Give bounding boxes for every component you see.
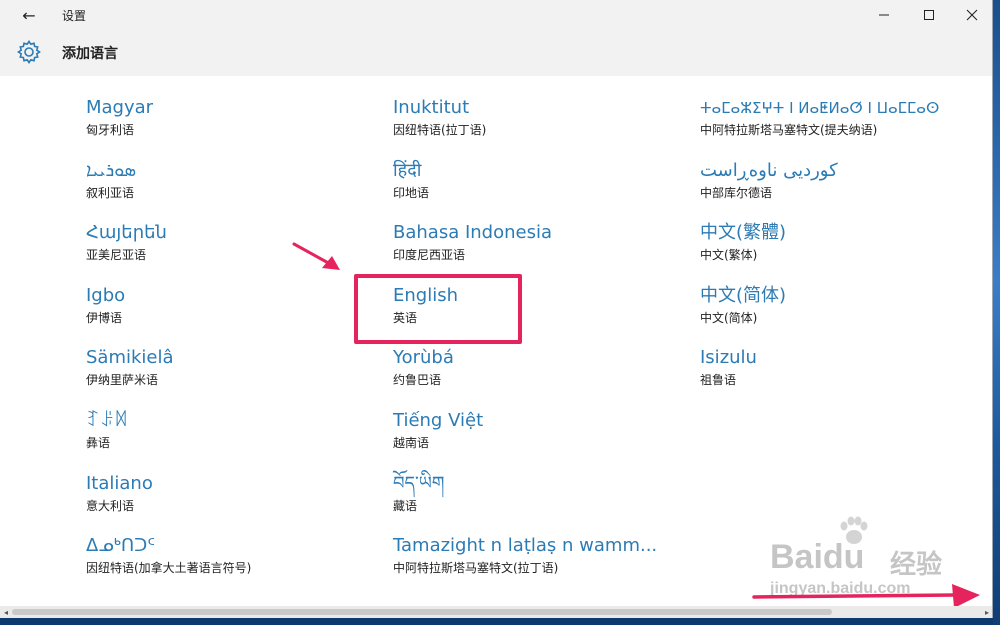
language-name: 中文(简体)	[700, 284, 787, 306]
language-name: हिंदी	[393, 159, 422, 181]
language-name: Magyar	[86, 97, 154, 118]
language-chinese-name: 约鲁巴语	[393, 373, 442, 388]
language-chinese-name: 中文(繁体)	[700, 248, 758, 263]
language-name: ܣܘܪܝܝܐ	[86, 159, 137, 181]
language-chinese-name: 祖鲁语	[700, 373, 737, 388]
title-bar: ← 设置	[0, 0, 992, 30]
language-column-3: ⵜⴰⵎⴰⵣⵉⵖⵜ ⵏ ⵍⴰⵟⵍⴰⵚ ⵏ ⵡⴰⵎⵎⴰⵙ 中阿特拉斯塔马塞特文(提夫…	[700, 96, 970, 409]
language-item-hindi[interactable]: हिंदी 印地语	[393, 159, 693, 222]
language-name: ꆈꌠꉙ	[86, 409, 129, 431]
language-item-inari-sami[interactable]: Sämikielâ 伊纳里萨米语	[86, 346, 386, 409]
language-name: Tiếng Việt	[393, 409, 484, 431]
language-chinese-name: 中文(简体)	[700, 310, 758, 325]
page-title: 添加语言	[62, 46, 118, 62]
language-chinese-name: 中部库尔德语	[700, 185, 773, 200]
language-name: Yorùbá	[393, 347, 454, 369]
highlight-box-annotation	[354, 274, 522, 344]
language-chinese-name: 越南语	[393, 435, 430, 450]
language-chinese-name: 中阿特拉斯塔马塞特文(拉丁语)	[393, 561, 559, 576]
back-button[interactable]: ←	[14, 3, 44, 27]
language-chinese-name: 印地语	[393, 185, 430, 200]
close-icon	[966, 9, 978, 21]
annotation-arrow-icon	[292, 242, 340, 270]
back-arrow-icon: ←	[22, 5, 36, 25]
watermark-brand: Baidu	[770, 538, 865, 576]
language-item-yi[interactable]: ꆈꌠꉙ 彝语	[86, 409, 386, 472]
language-column-2: Inuktitut 因纽特语(拉丁语) हिंदी 印地语 Bahasa Ind…	[393, 96, 693, 597]
minimize-button[interactable]	[861, 0, 907, 30]
language-chinese-name: 意大利语	[86, 498, 135, 513]
language-item-yoruba[interactable]: Yorùbá 约鲁巴语	[393, 346, 693, 409]
language-item-vietnamese[interactable]: Tiếng Việt 越南语	[393, 409, 693, 472]
language-chinese-name: 匈牙利语	[86, 123, 135, 137]
desktop-background-strip	[993, 0, 1000, 625]
language-item-tamazight-tifinagh[interactable]: ⵜⴰⵎⴰⵣⵉⵖⵜ ⵏ ⵍⴰⵟⵍⴰⵚ ⵏ ⵡⴰⵎⵎⴰⵙ 中阿特拉斯塔马塞特文(提夫…	[700, 96, 970, 159]
language-item-tamazight-latin[interactable]: Tamazight n laṭlaṣ n wamm... 中阿特拉斯塔马塞特文(…	[393, 534, 693, 597]
language-chinese-name: 印度尼西亚语	[393, 248, 466, 263]
settings-window: ← 设置 添加语言 Magyar 匈牙利语 ܣܘܪܝܝܐ 叙利亚语 Հայերե…	[0, 0, 993, 618]
watermark-brand-cn: 经验	[890, 549, 943, 579]
language-name: Italiano	[86, 472, 153, 494]
language-chinese-name: 伊纳里萨米语	[86, 373, 159, 388]
minimize-icon	[879, 14, 889, 16]
language-item-inuktitut-syllabics[interactable]: ᐃᓄᒃᑎᑐᑦ 因纽特语(加拿大土著语言符号)	[86, 534, 386, 597]
language-item-italian[interactable]: Italiano 意大利语	[86, 472, 386, 535]
language-chinese-name: 伊博语	[86, 310, 123, 325]
language-name: Bahasa Indonesia	[393, 222, 552, 244]
language-chinese-name: 因纽特语(拉丁语)	[393, 123, 487, 137]
language-item-syriac[interactable]: ܣܘܪܝܝܐ 叙利亚语	[86, 159, 386, 222]
close-button[interactable]	[949, 0, 992, 30]
language-item-chinese-traditional[interactable]: 中文(繁體) 中文(繁体)	[700, 221, 970, 284]
scroll-left-icon[interactable]: ◂	[0, 606, 12, 618]
language-item-zulu[interactable]: Isizulu 祖鲁语	[700, 346, 970, 409]
gear-icon	[17, 40, 41, 64]
language-name: Inuktitut	[393, 97, 470, 118]
language-name: Tamazight n laṭlaṣ n wamm...	[393, 535, 658, 557]
window-title: 设置	[62, 9, 87, 23]
language-name: Isizulu	[700, 347, 757, 369]
scrollbar-thumb[interactable]	[12, 609, 832, 615]
language-name: Sämikielâ	[86, 347, 174, 369]
language-name: Igbo	[86, 284, 126, 306]
language-column-1: Magyar 匈牙利语 ܣܘܪܝܝܐ 叙利亚语 Հայերեն 亚美尼亚语 Ig…	[86, 96, 386, 597]
language-item-central-kurdish[interactable]: کوردیی ناوەڕاست 中部库尔德语	[700, 159, 970, 222]
language-chinese-name: 彝语	[86, 435, 111, 450]
language-name: བོད་ཡིག	[393, 472, 445, 494]
language-item-magyar[interactable]: Magyar 匈牙利语	[86, 96, 386, 159]
maximize-icon	[924, 10, 934, 20]
horizontal-scrollbar[interactable]: ◂ ▸	[0, 606, 992, 618]
language-name: ᐃᓄᒃᑎᑐᑦ	[86, 535, 156, 557]
language-item-igbo[interactable]: Igbo 伊博语	[86, 284, 386, 347]
language-name: کوردیی ناوەڕاست	[700, 159, 838, 181]
language-item-tibetan[interactable]: བོད་ཡིག 藏语	[393, 472, 693, 535]
language-chinese-name: 藏语	[393, 498, 418, 513]
language-name: ⵜⴰⵎⴰⵣⵉⵖⵜ ⵏ ⵍⴰⵟⵍⴰⵚ ⵏ ⵡⴰⵎⵎⴰⵙ	[700, 99, 940, 117]
language-chinese-name: 叙利亚语	[86, 185, 135, 200]
language-item-chinese-simplified[interactable]: 中文(简体) 中文(简体)	[700, 284, 970, 347]
language-item-inuktitut-latin[interactable]: Inuktitut 因纽特语(拉丁语)	[393, 96, 693, 159]
page-header: 添加语言	[0, 30, 992, 76]
language-chinese-name: 因纽特语(加拿大土著语言符号)	[86, 561, 252, 576]
language-chinese-name: 中阿特拉斯塔马塞特文(提夫纳语)	[700, 123, 878, 137]
language-name: 中文(繁體)	[700, 222, 787, 244]
scroll-right-icon[interactable]: ▸	[981, 606, 992, 618]
maximize-button[interactable]	[906, 0, 952, 30]
